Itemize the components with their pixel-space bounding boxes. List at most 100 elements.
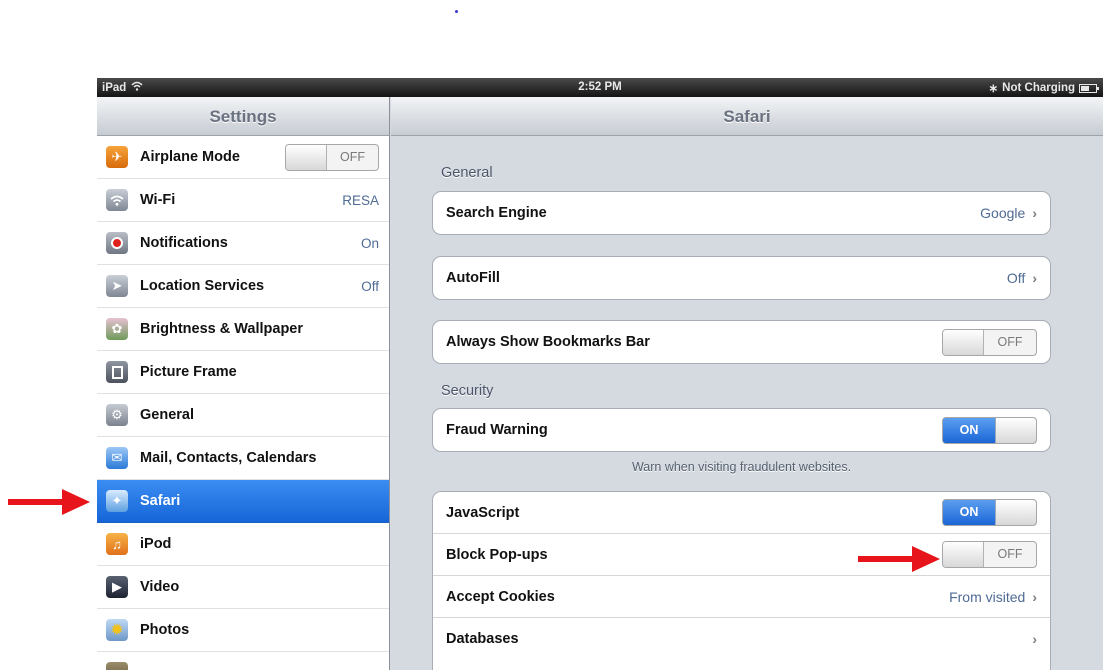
row-value: Off — [1006, 270, 1026, 286]
sidebar-item-label: General — [140, 407, 194, 423]
battery-icon — [1079, 83, 1099, 93]
fraud-warning-row: Fraud Warning ON — [433, 409, 1050, 451]
javascript-toggle[interactable]: ON — [942, 499, 1037, 526]
fraud-warning-footnote: Warn when visiting fraudulent websites. — [631, 460, 852, 474]
sidebar-item-label: Video — [140, 579, 180, 595]
status-right: ∗ Not Charging — [988, 81, 1099, 95]
row-value: Google — [980, 205, 1026, 221]
fraud-warning-group: Fraud Warning ON — [432, 408, 1051, 452]
autofill-row[interactable]: AutoFill Off › — [433, 257, 1050, 299]
toggle-state: OFF — [997, 547, 1023, 561]
notes-icon — [106, 662, 128, 670]
settings-list: ✈ Airplane Mode OFF Wi-Fi RESA Notificat… — [97, 136, 389, 670]
chevron-right-icon: › — [1032, 205, 1037, 221]
sidebar-item-label: Notifications — [140, 235, 228, 251]
javascript-row: JavaScript ON — [433, 492, 1050, 534]
gear-icon: ⚙ — [106, 404, 128, 426]
bluetooth-icon: ∗ — [988, 83, 999, 95]
airplane-mode-toggle[interactable]: OFF — [285, 143, 379, 171]
sidebar-item-value: RESA — [342, 192, 379, 208]
sidebar-item-label: iPod — [140, 536, 172, 552]
status-time: 2:52 PM — [578, 81, 622, 93]
sidebar-item-brightness-wallpaper[interactable]: ✿ Brightness & Wallpaper — [97, 308, 389, 351]
sidebar-title: Settings — [97, 97, 389, 136]
sidebar-item-partial[interactable] — [97, 652, 389, 670]
security-options-group: JavaScript ON Block Pop-ups OFF Accept C… — [432, 491, 1051, 670]
row-label: Fraud Warning — [446, 422, 548, 438]
bookmarks-bar-toggle[interactable]: OFF — [942, 328, 1037, 356]
picture-frame-icon — [106, 361, 128, 383]
toggle-knob — [995, 417, 1036, 443]
sidebar-item-label: Photos — [140, 622, 190, 638]
toggle-state: OFF — [340, 149, 365, 164]
sidebar-item-label: Safari — [140, 493, 181, 509]
video-icon: ▶ — [106, 576, 128, 598]
safari-icon: ✦ — [106, 490, 128, 512]
ipod-icon: ♫ — [106, 533, 128, 555]
sidebar-item-airplane-mode[interactable]: ✈ Airplane Mode OFF — [97, 136, 389, 179]
safari-settings-pane: Safari General Search Engine Google › Au… — [391, 97, 1103, 670]
charging-status: Not Charging — [1002, 82, 1075, 94]
row-label: Search Engine — [446, 205, 547, 221]
sidebar-item-mail-contacts-calendars[interactable]: ✉ Mail, Contacts, Calendars — [97, 437, 389, 480]
chevron-right-icon: › — [1032, 270, 1037, 286]
section-header-general: General — [441, 165, 493, 181]
sidebar-item-safari[interactable]: ✦ Safari — [97, 480, 389, 523]
sidebar-item-value: Off — [361, 278, 379, 294]
sidebar-item-photos[interactable]: ✹ Photos — [97, 609, 389, 652]
sidebar-item-ipod[interactable]: ♫ iPod — [97, 523, 389, 566]
toggle-knob — [286, 144, 327, 170]
sidebar-item-label: Location Services — [140, 278, 265, 294]
sidebar-item-notifications[interactable]: Notifications On — [97, 222, 389, 265]
sidebar-item-label: Wi-Fi — [140, 192, 176, 208]
accept-cookies-row[interactable]: Accept Cookies From visited › — [433, 576, 1050, 618]
sidebar-item-label: Airplane Mode — [140, 149, 240, 165]
chevron-right-icon: › — [1032, 588, 1037, 605]
row-value: From visited — [949, 588, 1026, 605]
bookmarks-bar-row: Always Show Bookmarks Bar OFF — [433, 321, 1050, 363]
search-engine-group: Search Engine Google › — [432, 191, 1051, 235]
sidebar-item-label: Mail, Contacts, Calendars — [140, 450, 317, 466]
row-label: JavaScript — [446, 504, 520, 521]
block-popups-row: Block Pop-ups OFF — [433, 534, 1050, 576]
block-popups-toggle[interactable]: OFF — [942, 541, 1037, 568]
sidebar-item-label: Brightness & Wallpaper — [140, 321, 304, 337]
row-label: Always Show Bookmarks Bar — [446, 334, 650, 350]
fraud-warning-toggle[interactable]: ON — [942, 416, 1037, 444]
databases-row[interactable]: Databases › — [433, 618, 1050, 660]
row-label: AutoFill — [446, 270, 500, 286]
autofill-group: AutoFill Off › — [432, 256, 1051, 300]
toggle-state: OFF — [997, 334, 1023, 349]
toggle-knob — [943, 542, 984, 567]
sidebar-item-video[interactable]: ▶ Video — [97, 566, 389, 609]
sidebar-item-location-services[interactable]: ➤ Location Services Off — [97, 265, 389, 308]
sidebar-item-label: Picture Frame — [140, 364, 237, 380]
section-header-security: Security — [441, 383, 494, 399]
toggle-state: ON — [943, 500, 995, 525]
row-label: Accept Cookies — [446, 588, 555, 605]
search-engine-row[interactable]: Search Engine Google › — [433, 192, 1050, 234]
stray-dot — [455, 10, 458, 13]
block-popups-annotation-arrow-icon — [858, 546, 940, 572]
notifications-icon — [106, 232, 128, 254]
sidebar-item-value: On — [360, 235, 379, 251]
settings-sidebar: Settings ✈ Airplane Mode OFF Wi-Fi RESA — [97, 97, 390, 670]
sidebar-item-wifi[interactable]: Wi-Fi RESA — [97, 179, 389, 222]
ipad-screen: iPad 2:52 PM ∗ Not Charging Settings ✈ A… — [97, 78, 1103, 670]
row-label: Databases — [446, 631, 519, 647]
sidebar-item-picture-frame[interactable]: Picture Frame — [97, 351, 389, 394]
airplane-icon: ✈ — [106, 146, 128, 168]
location-icon: ➤ — [106, 275, 128, 297]
toggle-knob — [995, 500, 1036, 525]
sidebar-item-general[interactable]: ⚙ General — [97, 394, 389, 437]
safari-annotation-arrow-icon — [8, 489, 90, 515]
toggle-knob — [943, 329, 984, 355]
toggle-state: ON — [943, 417, 995, 443]
pane-title: Safari — [391, 97, 1103, 136]
mail-icon: ✉ — [106, 447, 128, 469]
status-bar: iPad 2:52 PM ∗ Not Charging — [97, 78, 1103, 97]
brightness-icon: ✿ — [106, 318, 128, 340]
chevron-right-icon: › — [1032, 631, 1037, 647]
photos-icon: ✹ — [106, 619, 128, 641]
wifi-icon — [106, 189, 128, 211]
